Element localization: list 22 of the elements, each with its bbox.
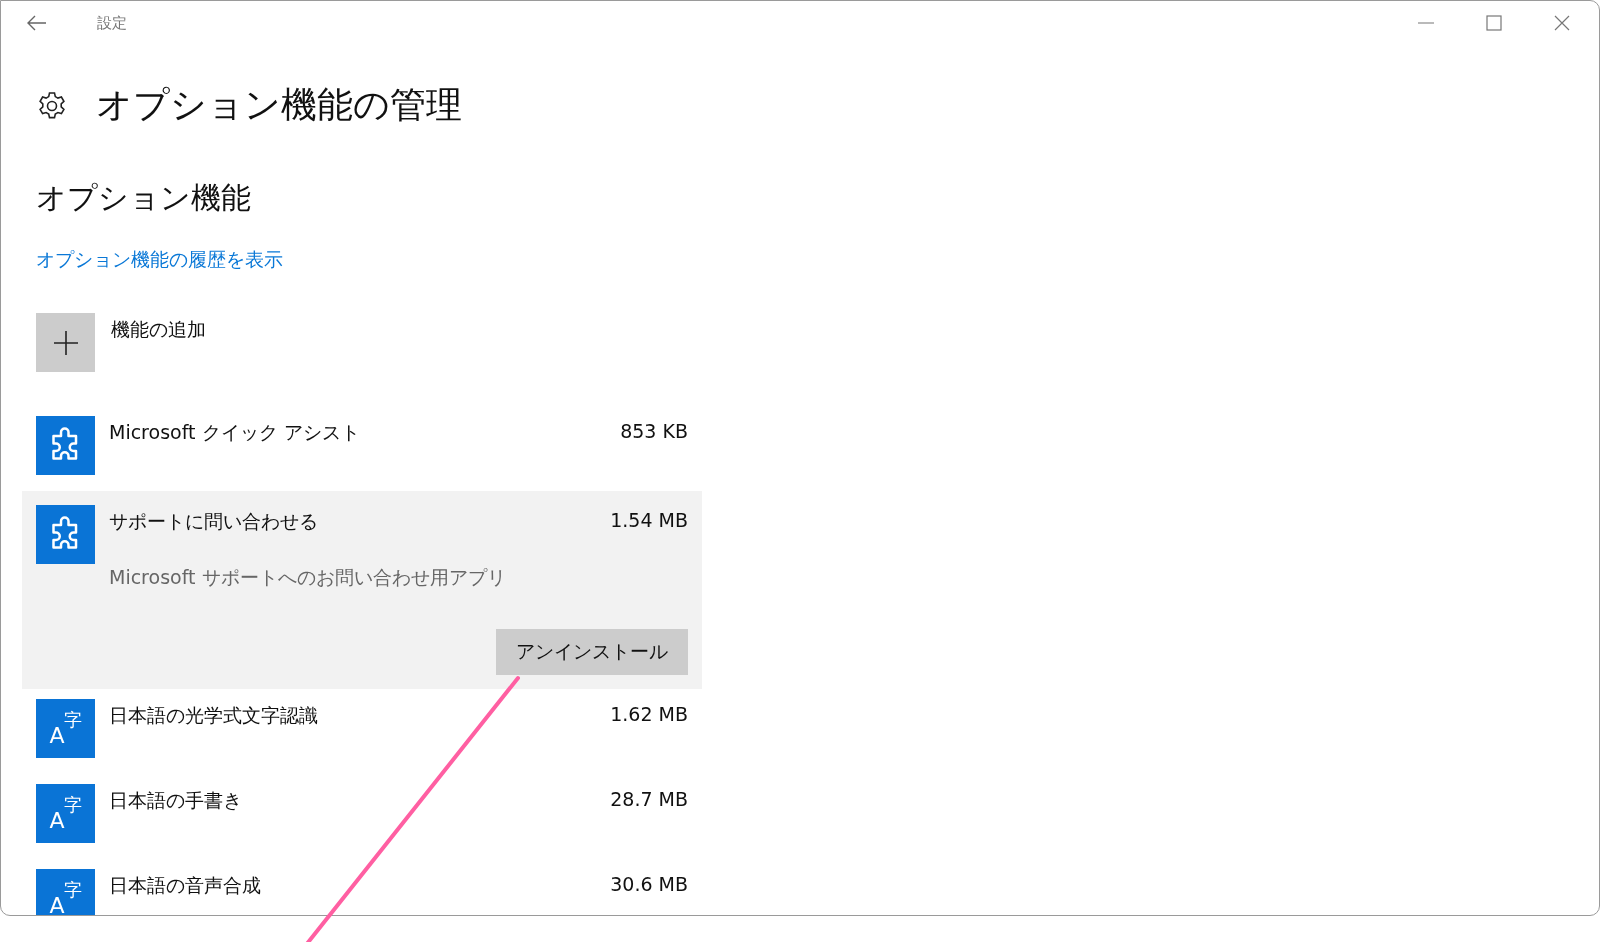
history-link[interactable]: オプション機能の履歴を表示 — [36, 247, 283, 273]
window-title: 設定 — [97, 13, 127, 33]
feature-size: 28.7 MB — [610, 788, 688, 812]
feature-name: Microsoft クイック アシスト — [109, 420, 360, 445]
plus-icon — [52, 329, 79, 356]
feature-name: サポートに問い合わせる — [109, 509, 318, 534]
feature-item-panel[interactable]: サポートに問い合わせる 1.54 MB Microsoft サポートへのお問い合わせ用アプリ アンインストール — [22, 491, 702, 689]
feature-size: 1.54 MB — [610, 509, 688, 533]
uninstall-button[interactable]: アンインストール — [496, 629, 688, 675]
feature-description: Microsoft サポートへのお問い合わせ用アプリ — [109, 565, 507, 590]
feature-size: 1.62 MB — [610, 703, 688, 727]
feature-name: 日本語の光学式文字認識 — [109, 703, 318, 728]
section-title: オプション機能 — [36, 179, 252, 217]
close-icon[interactable] — [1553, 14, 1571, 32]
feature-name: 日本語の音声合成 — [109, 873, 261, 898]
add-feature-button[interactable] — [36, 313, 95, 372]
feature-size: 853 KB — [620, 420, 688, 444]
page-title: オプション機能の管理 — [96, 83, 462, 127]
add-feature-label[interactable]: 機能の追加 — [111, 317, 206, 343]
back-arrow-icon[interactable] — [27, 15, 47, 31]
feature-name: 日本語の手書き — [109, 788, 242, 813]
feature-size: 30.6 MB — [610, 873, 688, 897]
